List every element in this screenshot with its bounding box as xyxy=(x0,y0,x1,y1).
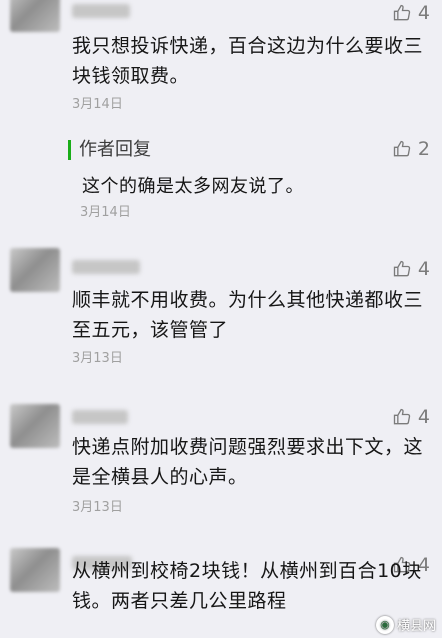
thumbs-up-icon xyxy=(393,260,411,277)
watermark-text: 横县网 xyxy=(396,619,436,634)
comment-item: 4 我只想投诉快递，百合这边为什么要收三块钱领取费。 3月14日 作者回复 2 … xyxy=(0,0,442,240)
like-count: 4 xyxy=(417,2,430,24)
comment-text: 顺丰就不用收费。为什么其他快递都收三至五元，该管管了 xyxy=(72,289,424,341)
comment-item: 4 顺丰就不用收费。为什么其他快递都收三至五元，该管管了 3月13日 xyxy=(0,248,442,388)
like-count: 2 xyxy=(417,138,430,160)
thumbs-up-icon xyxy=(393,140,411,157)
comment-text: 从横州到校椅2块钱！从横州到百合10块钱。两者只差几公里路程 xyxy=(72,560,422,612)
nickname-blurred xyxy=(72,4,130,18)
avatar[interactable] xyxy=(10,548,60,592)
like-button[interactable]: 4 xyxy=(392,406,430,428)
comment-text: 我只想投诉快递，百合这边为什么要收三块钱领取费。 xyxy=(72,35,424,87)
like-button[interactable]: 2 xyxy=(392,138,430,160)
nickname-blurred xyxy=(72,410,128,424)
thumbs-up-icon xyxy=(393,4,411,21)
reply-date: 3月14日 xyxy=(80,205,131,220)
like-count: 4 xyxy=(417,406,430,428)
like-button[interactable]: 4 xyxy=(392,2,430,24)
nickname-blurred xyxy=(72,260,140,274)
comment-item: 4 快递点附加收费问题强烈要求出下文，这是全横县人的心声。 3月13日 xyxy=(0,398,442,538)
watermark: ◉ 横县网 xyxy=(375,615,436,634)
author-reply-label: 作者回复 xyxy=(68,140,151,160)
reply-text: 这个的确是太多网友说了。 xyxy=(82,176,304,197)
comment-date: 3月13日 xyxy=(72,351,123,366)
comment-date: 3月13日 xyxy=(72,500,123,515)
thumbs-up-icon xyxy=(393,408,411,425)
comment-date: 3月14日 xyxy=(72,97,123,112)
like-count: 4 xyxy=(417,258,430,280)
comment-text: 快递点附加收费问题强烈要求出下文，这是全横县人的心声。 xyxy=(72,436,424,488)
avatar[interactable] xyxy=(10,404,60,448)
like-button[interactable]: 4 xyxy=(392,258,430,280)
logo-icon: ◉ xyxy=(375,615,394,634)
avatar[interactable] xyxy=(10,248,60,292)
avatar[interactable] xyxy=(10,0,60,32)
